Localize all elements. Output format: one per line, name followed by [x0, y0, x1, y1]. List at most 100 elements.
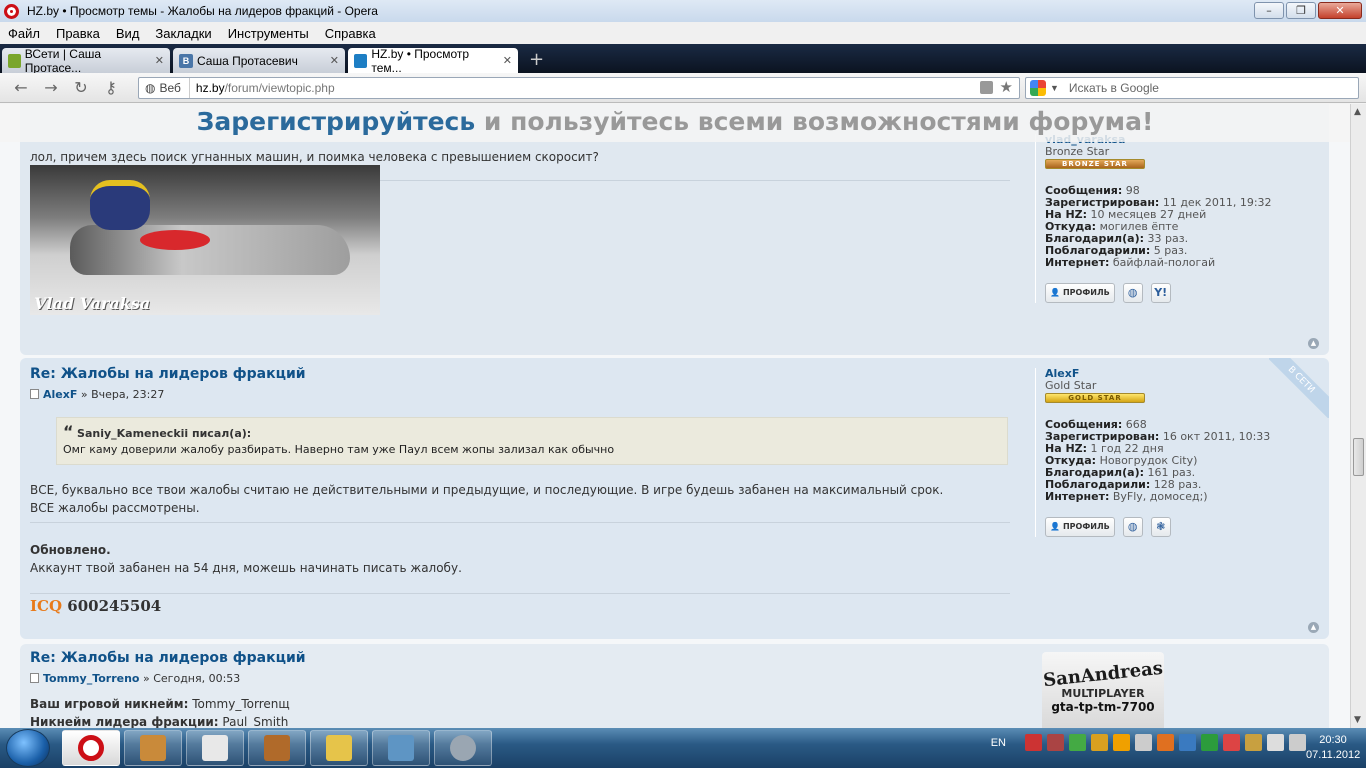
tray-pen-icon[interactable]: [1245, 734, 1262, 751]
website-globe-icon[interactable]: ◍: [1122, 517, 1143, 537]
taskbar-opera[interactable]: [62, 730, 120, 766]
key-icon[interactable]: ⚷: [96, 78, 126, 97]
tray-antivirus-icon[interactable]: [1025, 734, 1042, 751]
tray-notification-icon[interactable]: [1113, 734, 1130, 751]
tab-hzby[interactable]: HZ.by • Просмотр тем... ✕: [348, 47, 518, 75]
post-title[interactable]: Re: Жалобы на лидеров фракций: [30, 366, 1010, 382]
tray-network-icon[interactable]: [1267, 734, 1284, 751]
menu-edit[interactable]: Правка: [56, 26, 100, 41]
taskbar-app-1[interactable]: [124, 730, 182, 766]
yahoo-icon[interactable]: Y!: [1150, 283, 1171, 303]
stat-internet: Интернет: байфлай-пологай: [1045, 256, 1216, 269]
opera-logo-icon[interactable]: [4, 3, 19, 19]
tray-tool-icon[interactable]: [1047, 734, 1064, 751]
document-icon: [202, 735, 228, 761]
back-to-top-icon[interactable]: ▲: [1308, 622, 1319, 633]
maximize-button[interactable]: ❐: [1286, 2, 1316, 19]
profile-buttons: 👤 ПРОФИЛЬ ◍ Y!: [1045, 283, 1315, 303]
clock-time: 20:30: [1319, 734, 1347, 746]
icq-number: 600245504: [67, 597, 162, 615]
post-icon[interactable]: [30, 673, 39, 683]
icq-label: ICQ: [30, 597, 63, 615]
folder-icon: [326, 735, 352, 761]
new-tab-button[interactable]: +: [529, 49, 544, 70]
search-field[interactable]: ▼ Искать в Google: [1025, 77, 1359, 99]
tab-close-icon[interactable]: ✕: [503, 54, 512, 67]
signature-text: Vlad Varaksa: [34, 294, 151, 313]
scroll-up-icon[interactable]: ▲: [1354, 107, 1361, 117]
divider: [30, 593, 1010, 594]
rss-icon[interactable]: [980, 81, 993, 94]
minimize-button[interactable]: –: [1254, 2, 1284, 19]
tray-nvidia-icon[interactable]: [1201, 734, 1218, 751]
vk-favicon-icon: B: [179, 53, 193, 68]
scrollbar-thumb[interactable]: [1353, 438, 1364, 476]
post-author[interactable]: Tommy_Torreno: [43, 672, 140, 685]
menu-tools[interactable]: Инструменты: [228, 26, 309, 41]
update-text: Аккаунт твой забанен на 54 дня, можешь н…: [30, 561, 462, 575]
menu-help[interactable]: Справка: [325, 26, 376, 41]
tab-vk[interactable]: B Саша Протасевич ✕: [173, 48, 345, 73]
window-titlebar: HZ.by • Просмотр темы - Жалобы на лидеро…: [0, 0, 1366, 22]
reload-icon[interactable]: ↻: [66, 78, 96, 97]
tray-grid-icon[interactable]: [1091, 734, 1108, 751]
post-body: Re: Жалобы на лидеров фракций AlexF » Вч…: [30, 366, 1010, 615]
language-indicator[interactable]: EN: [991, 737, 1006, 749]
tray-green-icon[interactable]: [1069, 734, 1086, 751]
tab-vseti[interactable]: ВСети | Саша Протасе... ✕: [2, 47, 170, 75]
search-engine-dropdown-icon[interactable]: ▼: [1050, 83, 1059, 93]
page-scrollbar[interactable]: ▲ ▼: [1350, 104, 1366, 728]
register-banner[interactable]: Зарегистрируйтесь и пользуйтесь всеми во…: [0, 104, 1350, 142]
register-link[interactable]: Зарегистрируйтесь: [197, 107, 476, 136]
start-button[interactable]: [6, 729, 50, 767]
forward-arrow-icon[interactable]: →: [36, 78, 66, 97]
bookmark-star-icon[interactable]: ★: [1000, 78, 1013, 96]
taskbar-app-3[interactable]: [248, 730, 306, 766]
tray-download-icon[interactable]: [1179, 734, 1196, 751]
icq-line: ICQ 600245504: [30, 597, 1010, 615]
post-title[interactable]: Re: Жалобы на лидеров фракций: [30, 650, 1010, 666]
post-icon[interactable]: [30, 389, 39, 399]
tray-flag-icon[interactable]: [1223, 734, 1240, 751]
rank-badge: GOLD STAR: [1045, 393, 1145, 403]
taskbar-app-5[interactable]: [434, 730, 492, 766]
menu-bookmarks[interactable]: Закладки: [155, 26, 211, 41]
web-badge[interactable]: ◍ Веб: [139, 78, 190, 98]
back-to-top-icon[interactable]: ▲: [1308, 338, 1319, 349]
post-author[interactable]: AlexF: [43, 388, 77, 401]
url-path: /forum/viewtopic.php: [224, 81, 335, 95]
post-alexf: В СЕТИ Re: Жалобы на лидеров фракций Ale…: [20, 358, 1329, 639]
url-host: hz.by: [195, 81, 225, 95]
profile-button[interactable]: 👤 ПРОФИЛЬ: [1045, 283, 1115, 303]
close-button[interactable]: ✕: [1318, 2, 1362, 19]
profile-vlad: vlad_varaksa Bronze Star BRONZE STAR Соо…: [1035, 134, 1315, 303]
taskbar-clock[interactable]: 20:30 07.11.2012: [1306, 733, 1360, 763]
clock-date: 07.11.2012: [1306, 749, 1361, 761]
quote-text: Омг каму доверили жалобу разбирать. Наве…: [63, 443, 615, 456]
icq-flower-icon[interactable]: ❃: [1150, 517, 1171, 537]
scroll-down-icon[interactable]: ▼: [1354, 715, 1361, 725]
taskbar-app-4[interactable]: [372, 730, 430, 766]
website-globe-icon[interactable]: ◍: [1122, 283, 1143, 303]
taskbar-explorer[interactable]: [310, 730, 368, 766]
hzby-favicon-icon: [354, 53, 368, 68]
profile-buttons: 👤 ПРОФИЛЬ ◍ ❃: [1045, 517, 1315, 537]
tab-label: Саша Протасевич: [197, 53, 298, 68]
leader-line: Никнейм лидера фракции: Paul_Smith: [30, 715, 289, 728]
profile-button[interactable]: 👤 ПРОФИЛЬ: [1045, 517, 1115, 537]
google-icon[interactable]: [1030, 80, 1046, 96]
quote-mark-icon: “: [63, 422, 74, 441]
vseti-favicon-icon: [8, 53, 21, 68]
tray-volume-icon[interactable]: [1135, 734, 1152, 751]
tab-close-icon[interactable]: ✕: [155, 54, 164, 67]
tray-speaker-icon[interactable]: [1289, 734, 1306, 751]
back-arrow-icon[interactable]: ←: [6, 78, 36, 97]
menu-view[interactable]: Вид: [116, 26, 140, 41]
rank-badge: BRONZE STAR: [1045, 159, 1145, 169]
post-text: лол, причем здесь поиск угнанных машин, …: [30, 150, 599, 164]
tray-app-icon[interactable]: [1157, 734, 1174, 751]
menu-file[interactable]: Файл: [8, 26, 40, 41]
tab-close-icon[interactable]: ✕: [330, 54, 339, 67]
taskbar-app-2[interactable]: [186, 730, 244, 766]
address-field[interactable]: ◍ Веб hz.by/forum/viewtopic.php ★: [138, 77, 1020, 99]
